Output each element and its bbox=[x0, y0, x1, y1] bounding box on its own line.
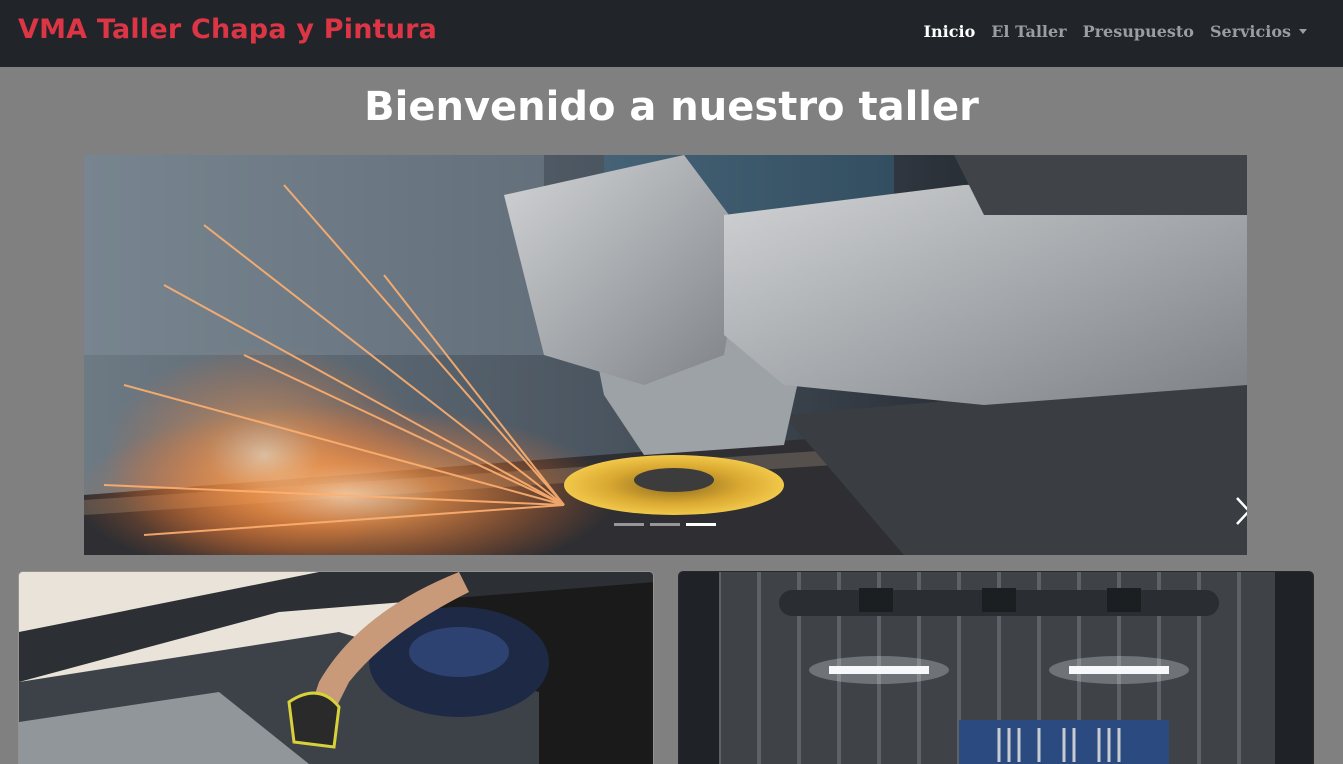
page-title: Bienvenido a nuestro taller bbox=[364, 84, 979, 130]
navbar: VMA Taller Chapa y Pintura Inicio El Tal… bbox=[0, 0, 1343, 67]
carousel-indicator-3[interactable] bbox=[686, 523, 716, 526]
brand-link[interactable]: VMA Taller Chapa y Pintura bbox=[18, 14, 437, 45]
carousel-indicator-2[interactable] bbox=[650, 523, 680, 526]
chevron-right-icon bbox=[1236, 497, 1247, 525]
card-image-garage bbox=[679, 572, 1313, 764]
nav-link-servicios-label: Servicios bbox=[1209, 22, 1291, 41]
main-nav: Inicio El Taller Presupuesto Servicios bbox=[924, 22, 1307, 41]
caret-down-icon bbox=[1299, 29, 1307, 34]
nav-link-el-taller[interactable]: El Taller bbox=[991, 22, 1066, 41]
service-card-mechanic[interactable] bbox=[18, 571, 654, 764]
nav-link-presupuesto[interactable]: Presupuesto bbox=[1083, 22, 1194, 41]
carousel-indicators bbox=[614, 523, 716, 526]
service-card-garage[interactable] bbox=[678, 571, 1314, 764]
card-image-mechanic bbox=[19, 572, 653, 764]
nav-link-inicio[interactable]: Inicio bbox=[924, 22, 976, 41]
carousel-indicator-1[interactable] bbox=[614, 523, 644, 526]
carousel-slide-image bbox=[84, 155, 1247, 555]
image-carousel bbox=[84, 155, 1247, 555]
nav-link-servicios-dropdown[interactable]: Servicios bbox=[1210, 22, 1307, 41]
carousel-next-button[interactable] bbox=[1224, 485, 1247, 535]
